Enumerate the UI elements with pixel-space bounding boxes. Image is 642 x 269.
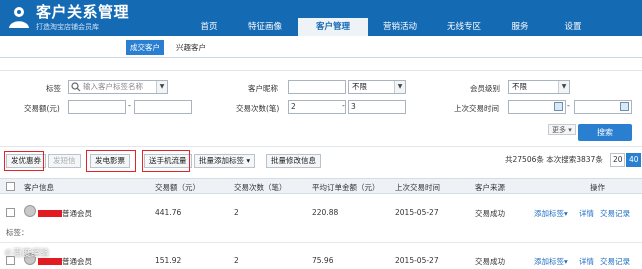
main-nav: 首页 特征画像 客户管理 营销活动 无线专区 服务 设置 [186,18,602,36]
amount-to-input[interactable] [134,100,192,114]
tab-deal-customers[interactable]: 成交客户 [126,40,164,55]
nav-customers[interactable]: 客户管理 [298,18,368,36]
col-ops: 操作 [590,183,605,192]
avatar [24,205,36,217]
col-amount: 交易额（元） [155,183,200,192]
add-tag-label: 添加标签 [534,209,564,218]
count-label: 交易次数(笔) [236,104,280,113]
last-trade-label: 上次交易时间 [454,104,499,113]
highlight-box [142,150,190,172]
chevron-down-icon: ▾ [246,156,251,165]
highlight-box [4,151,44,171]
chevron-down-icon: ▼ [156,81,167,93]
trade-records-link[interactable]: 交易记录 [600,256,630,267]
member-level-select[interactable]: 不限 ▼ [508,80,570,94]
range-dash: - [128,101,131,110]
col-source: 客户来源 [475,183,505,192]
nav-profile[interactable]: 特征画像 [232,18,298,36]
send-sms-button[interactable]: 发短信 [48,154,81,168]
nick-label: 客户昵称 [248,84,278,93]
cell-avg: 75.96 [312,256,334,265]
nav-marketing[interactable]: 营销活动 [368,18,432,36]
nav-wireless[interactable]: 无线专区 [432,18,496,36]
table-header: 客户信息 交易额（元） 交易次数（笔） 平均订单金额（元） 上次交易时间 客户来… [0,178,642,194]
more-filters-label: 更多 [552,126,566,134]
nav-service[interactable]: 服务 [496,18,544,36]
highlight-box [86,150,136,172]
member-level: 普通会员 [62,257,92,266]
nav-home[interactable]: 首页 [186,18,232,36]
amount-label: 交易额(元) [24,104,60,113]
table-row: 普通会员 441.76 2 220.88 2015-05-27 交易成功 添加标… [0,196,642,238]
chevron-down-icon: ▾ [564,209,568,218]
search-icon [71,82,81,92]
cell-source: 交易成功 [475,257,505,266]
add-tag-label: 添加标签 [534,257,564,266]
cell-source: 交易成功 [475,209,505,218]
last-trade-from-input[interactable] [508,100,566,114]
cell-count: 2 [234,256,239,265]
page-size-20[interactable]: 20 [610,153,625,167]
count-to-input[interactable]: 3 [348,100,406,114]
row-divider [0,242,642,243]
logo-icon [9,7,29,28]
batch-add-tag-label: 批量添加标签 [199,156,244,165]
row-tags-label: 标签： [6,228,29,237]
detail-link[interactable]: 详情 [579,256,594,267]
range-dash: - [342,101,345,110]
chevron-down-icon: ▼ [558,81,569,93]
tags-placeholder: 输入客户标签名称 [83,82,143,91]
calendar-icon[interactable] [620,102,629,111]
trade-records-link[interactable]: 交易记录 [600,208,630,219]
cell-last-trade: 2015-05-27 [395,256,439,265]
nick-input[interactable] [288,80,346,94]
calendar-icon[interactable] [554,102,563,111]
col-last-trade: 上次交易时间 [395,183,440,192]
row-checkbox[interactable] [6,208,15,217]
last-trade-to-input[interactable] [574,100,632,114]
redacted-name [38,210,62,217]
result-summary: 共27506条 本次搜索3837条 [505,155,603,164]
batch-add-tag-button[interactable]: 批量添加标签 ▾ [194,154,256,168]
subtabs: 成交客户 兴趣客户 [0,36,642,58]
detail-link[interactable]: 详情 [579,208,594,219]
nick-match-value: 不限 [352,82,367,91]
table-row: 普通会员 151.92 2 75.96 2015-05-27 交易成功 添加标签… [0,246,642,269]
top-header: 客户关系管理 打造淘宝店铺会员库 首页 特征画像 客户管理 营销活动 无线专区 … [0,0,642,36]
cell-amount: 441.76 [155,208,182,217]
chevron-down-icon: ▼ [394,81,405,93]
chevron-down-icon: ▾ [564,257,568,266]
more-filters-button[interactable]: 更多 ▾ [548,124,576,135]
cell-count: 2 [234,208,239,217]
cell-last-trade: 2015-05-27 [395,208,439,217]
chevron-down-icon: ▾ [568,126,572,134]
tags-dropdown[interactable]: ▼ [156,80,168,94]
add-tag-link[interactable]: 添加标签▾ [534,256,568,267]
amount-from-input[interactable] [68,100,126,114]
member-level-label: 会员级别 [470,84,500,93]
batch-edit-info-button[interactable]: 批量修改信息 [266,154,321,168]
col-count: 交易次数（笔） [234,183,287,192]
tags-input[interactable]: 输入客户标签名称 [68,80,168,94]
tags-label: 标签 [46,84,61,93]
select-all-checkbox[interactable] [6,182,15,191]
redacted-name [38,258,62,265]
search-button[interactable]: 搜索 [578,124,632,141]
app-title: 客户关系管理 [36,3,130,21]
watermark: ©百度经验 [4,249,50,259]
app-subtitle: 打造淘宝店铺会员库 [36,23,99,31]
page-size-40[interactable]: 40 [626,153,641,167]
nav-settings[interactable]: 设置 [544,18,602,36]
member-level: 普通会员 [62,209,92,218]
count-from-input[interactable]: 2 [288,100,346,114]
range-dash: - [567,101,570,110]
member-level-value: 不限 [512,82,527,91]
cell-avg: 220.88 [312,208,339,217]
tab-interest-customers[interactable]: 兴趣客户 [172,40,210,55]
cell-amount: 151.92 [155,256,182,265]
col-customer-info: 客户信息 [24,183,54,192]
add-tag-link[interactable]: 添加标签▾ [534,208,568,219]
col-avg: 平均订单金额（元） [312,183,380,192]
nick-match-select[interactable]: 不限 ▼ [348,80,406,94]
